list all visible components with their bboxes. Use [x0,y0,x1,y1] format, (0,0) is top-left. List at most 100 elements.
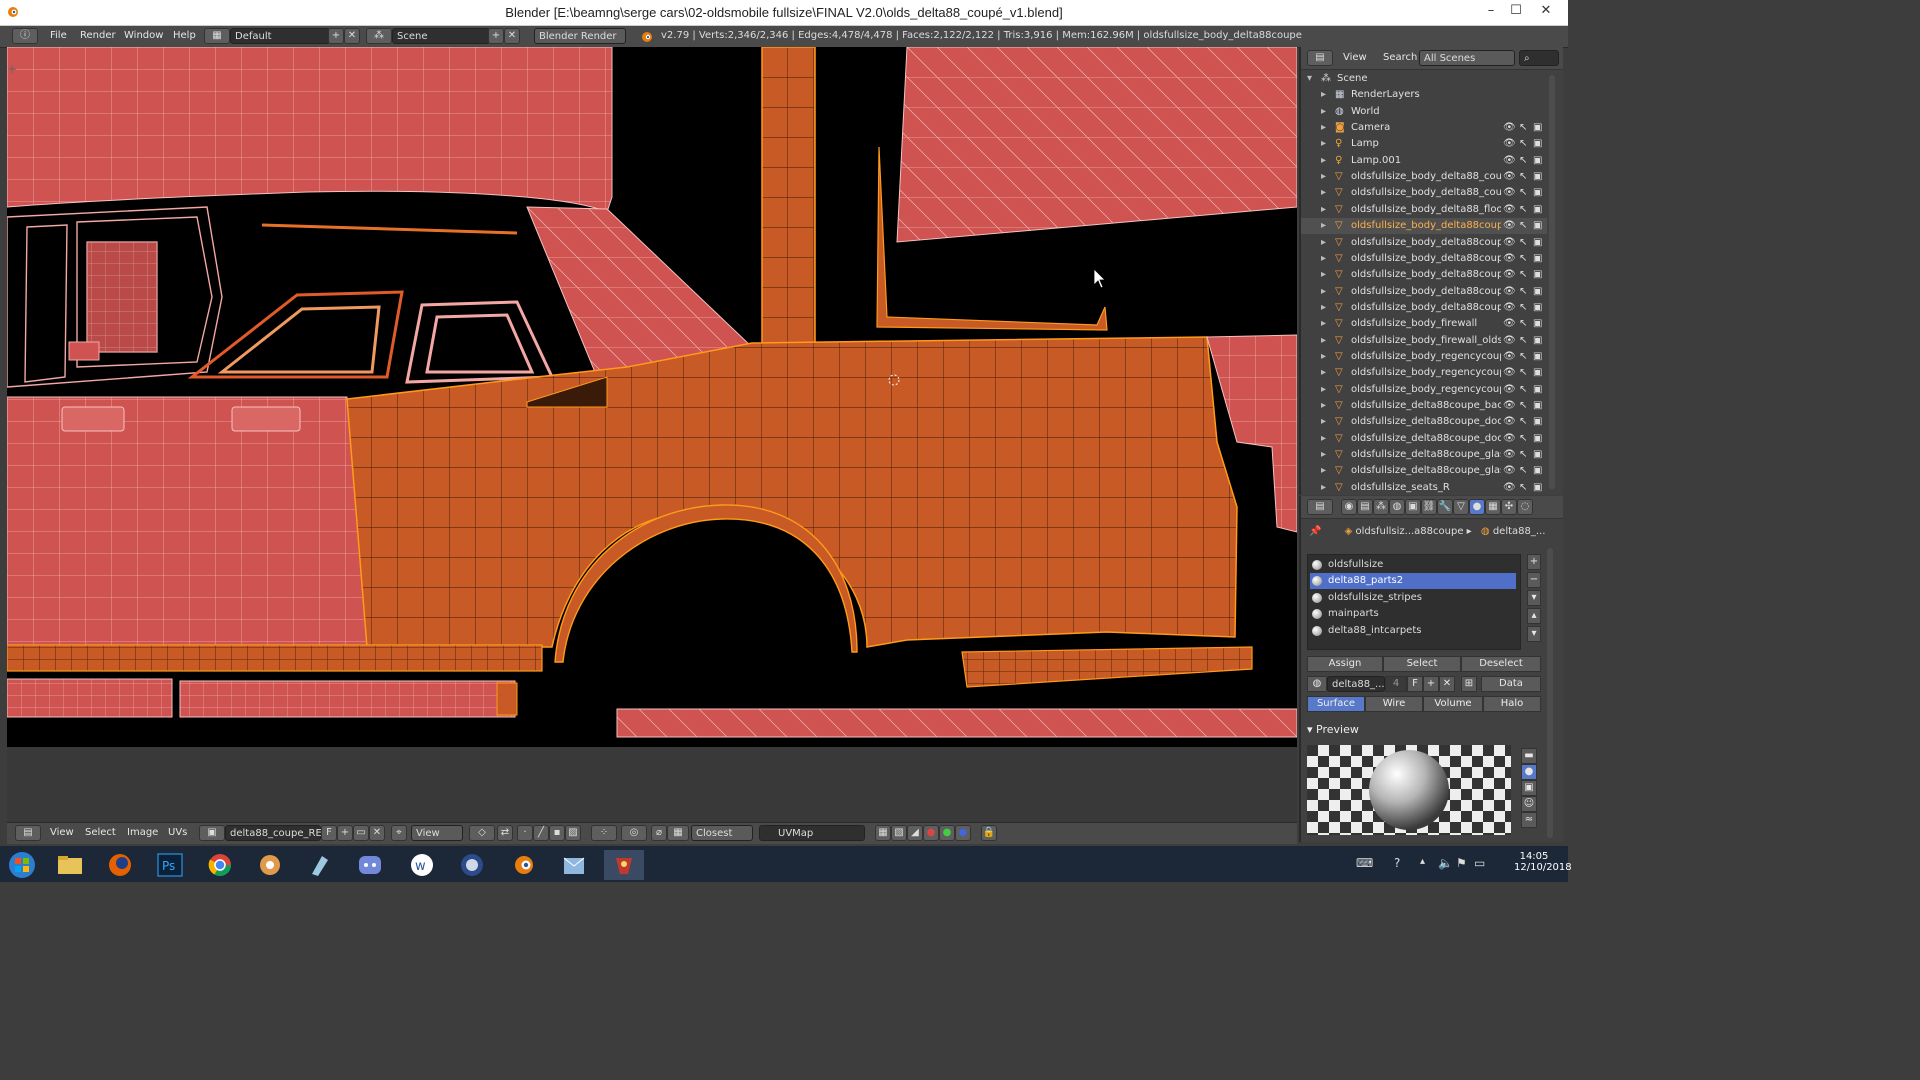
uv-island-door-handle-2[interactable] [231,406,301,432]
start-button-icon[interactable] [2,850,46,880]
render-camera-icon[interactable]: ▣ [1533,384,1542,395]
visibility-toggles[interactable]: 👁 ↖ ▣ [1503,318,1547,330]
file-explorer-icon[interactable] [50,850,90,880]
select-arrow-icon[interactable]: ↖ [1519,384,1527,395]
remove-layout-icon[interactable]: ✕ [344,28,360,44]
material-slot[interactable]: mainparts [1310,606,1516,622]
uv-island-body-side-red[interactable] [7,396,368,648]
render-camera-icon[interactable]: ▣ [1533,138,1542,149]
image-name-field[interactable]: delta88_coupe_REF... [225,825,335,841]
expand-arrow-icon[interactable]: ▸ [1321,89,1326,100]
material-user-count[interactable]: 4 [1385,676,1407,692]
outliner-item[interactable]: ▸ ▽ oldsfullsize_delta88coupe_doorpanel👁↖ ▣ [1301,414,1547,430]
visibility-toggles[interactable]: 👁 ↖ ▣ [1503,155,1547,167]
expand-arrow-icon[interactable]: ▸ [1321,237,1326,248]
eye-icon[interactable]: 👁 [1503,187,1516,198]
region-expand-icon[interactable]: + [7,62,17,76]
expand-arrow-icon[interactable]: ▸ [1321,433,1326,444]
eye-icon[interactable]: 👁 [1503,138,1516,149]
outliner-menu-search[interactable]: Search [1383,52,1417,63]
visibility-toggles[interactable]: 👁 ↖ ▣ [1503,302,1547,314]
expand-arrow-icon[interactable]: ▸ [1321,465,1326,476]
expand-arrow-icon[interactable]: ▸ [1321,220,1326,231]
uv-island-sill-red-2[interactable] [179,680,516,718]
link-mode-select[interactable]: Data [1481,676,1541,692]
scene-field[interactable]: Scene [392,28,490,44]
flag-icon[interactable]: ⚑ [1456,856,1467,870]
app-11-icon[interactable] [554,850,594,880]
expand-arrow-icon[interactable]: ▸ [1321,138,1326,149]
preview-sphere-icon[interactable]: ● [1521,764,1537,780]
channel-green-icon[interactable]: ● [939,825,955,841]
vertex-select-icon[interactable]: · [517,825,533,841]
channel-z-icon[interactable]: ◢ [907,825,923,841]
eye-icon[interactable]: 👁 [1503,204,1516,215]
tab-volume[interactable]: Volume [1423,696,1483,712]
snap-icon[interactable]: ⌀ [651,825,667,841]
outliner-item[interactable]: ▸ ◙ Camera 👁 ↖ ▣ [1301,120,1547,136]
new-material-icon[interactable]: + [1423,676,1439,692]
constraints-tab-icon[interactable]: ⛓ [1421,499,1437,515]
add-layout-icon[interactable]: + [328,28,344,44]
expand-arrow-icon[interactable]: ▸ [1321,286,1326,297]
select-arrow-icon[interactable]: ↖ [1519,237,1527,248]
outliner-item[interactable]: ▸ ▽ oldsfullsize_delta88coupe_glass_rR👁↖ ▣ [1301,463,1547,479]
move-slot-down-icon[interactable]: ▾ [1527,626,1541,642]
select-arrow-icon[interactable]: ↖ [1519,416,1527,427]
material-tab-icon[interactable]: ● [1469,499,1485,515]
app-12-active-icon[interactable] [604,850,644,880]
material-name-field[interactable]: delta88_... [1327,676,1385,692]
render-camera-icon[interactable]: ▣ [1533,237,1542,248]
visibility-toggles[interactable]: 👁 ↖ ▣ [1503,384,1547,396]
expand-arrow-icon[interactable]: ▸ [1321,416,1326,427]
sticky-selection-icon[interactable]: ⁘ [591,825,617,841]
render-camera-icon[interactable]: ▣ [1533,367,1542,378]
texture-tab-icon[interactable]: ▦ [1485,499,1501,515]
pin-icon[interactable]: 📌 [1309,526,1321,537]
uv-island-b-pillar[interactable] [761,47,816,379]
clock[interactable]: 14:05 12/10/2018 [1514,851,1572,873]
channel-red-icon[interactable]: ● [923,825,939,841]
select-arrow-icon[interactable]: ↖ [1519,122,1527,133]
uv-island-quarter-panel[interactable] [346,336,1238,648]
tray-expand-icon[interactable]: ▴ [1420,856,1425,867]
outliner-item[interactable]: ▸ ♀ Lamp 👁 ↖ ▣ [1301,136,1547,152]
visibility-toggles[interactable]: 👁 ↖ ▣ [1503,171,1547,183]
expand-arrow-icon[interactable]: ▸ [1321,384,1326,395]
uv-island-door-handle[interactable] [61,406,125,432]
unlink-material-icon[interactable]: ✕ [1439,676,1455,692]
render-camera-icon[interactable]: ▣ [1533,286,1542,297]
outliner-item[interactable]: ▸ ▽ oldsfullsize_delta88coupe_backlight👁↖ ▣ [1301,398,1547,414]
eye-icon[interactable]: 👁 [1503,433,1516,444]
render-camera-icon[interactable]: ▣ [1533,449,1542,460]
select-arrow-icon[interactable]: ↖ [1519,433,1527,444]
eye-icon[interactable]: 👁 [1503,237,1516,248]
outliner-item[interactable]: ▸ ▽ oldsfullsize_body_delta88coupe_bpill👁↖… [1301,267,1547,283]
add-scene-icon[interactable]: + [488,28,504,44]
render-camera-icon[interactable]: ▣ [1533,351,1542,362]
move-slot-up-icon[interactable]: ▴ [1527,608,1541,624]
visibility-toggles[interactable]: 👁 ↖ ▣ [1503,367,1547,379]
outliner-item[interactable]: ▸ ♀ Lamp.001 👁 ↖ ▣ [1301,153,1547,169]
network-icon[interactable]: ▭ [1474,856,1485,870]
outliner-item[interactable]: ▸ ▽ oldsfullsize_body_regencycoupe_viny👁↖ ▣ [1301,349,1547,365]
preview-flat-icon[interactable]: ▬ [1521,748,1537,764]
visibility-toggles[interactable]: 👁 ↖ ▣ [1503,204,1547,216]
outliner-scrollbar[interactable] [1549,75,1555,489]
render-camera-icon[interactable]: ▣ [1533,400,1542,411]
render-camera-icon[interactable]: ▣ [1533,171,1542,182]
select-arrow-icon[interactable]: ↖ [1519,318,1527,329]
outliner-item[interactable]: ▾ ⁂ Scene [1301,71,1547,87]
pin-icon[interactable]: ⌖ [391,825,407,841]
channel-rgb-icon[interactable]: ▦ [875,825,891,841]
firefox-icon[interactable] [100,850,140,880]
outliner-item[interactable]: ▸ ▽ oldsfullsize_body_delta88coupe_bpill👁↖… [1301,251,1547,267]
render-camera-icon[interactable]: ▣ [1533,253,1542,264]
eye-icon[interactable]: 👁 [1503,384,1516,395]
expand-arrow-icon[interactable]: ▸ [1321,335,1326,346]
expand-arrow-icon[interactable]: ▸ [1321,187,1326,198]
expand-arrow-icon[interactable]: ▸ [1321,302,1326,313]
eye-icon[interactable]: 👁 [1503,253,1516,264]
material-slot-list[interactable]: oldsfullsize delta88_parts2 oldsfullsize_s… [1307,554,1521,650]
eye-icon[interactable]: 👁 [1503,400,1516,411]
